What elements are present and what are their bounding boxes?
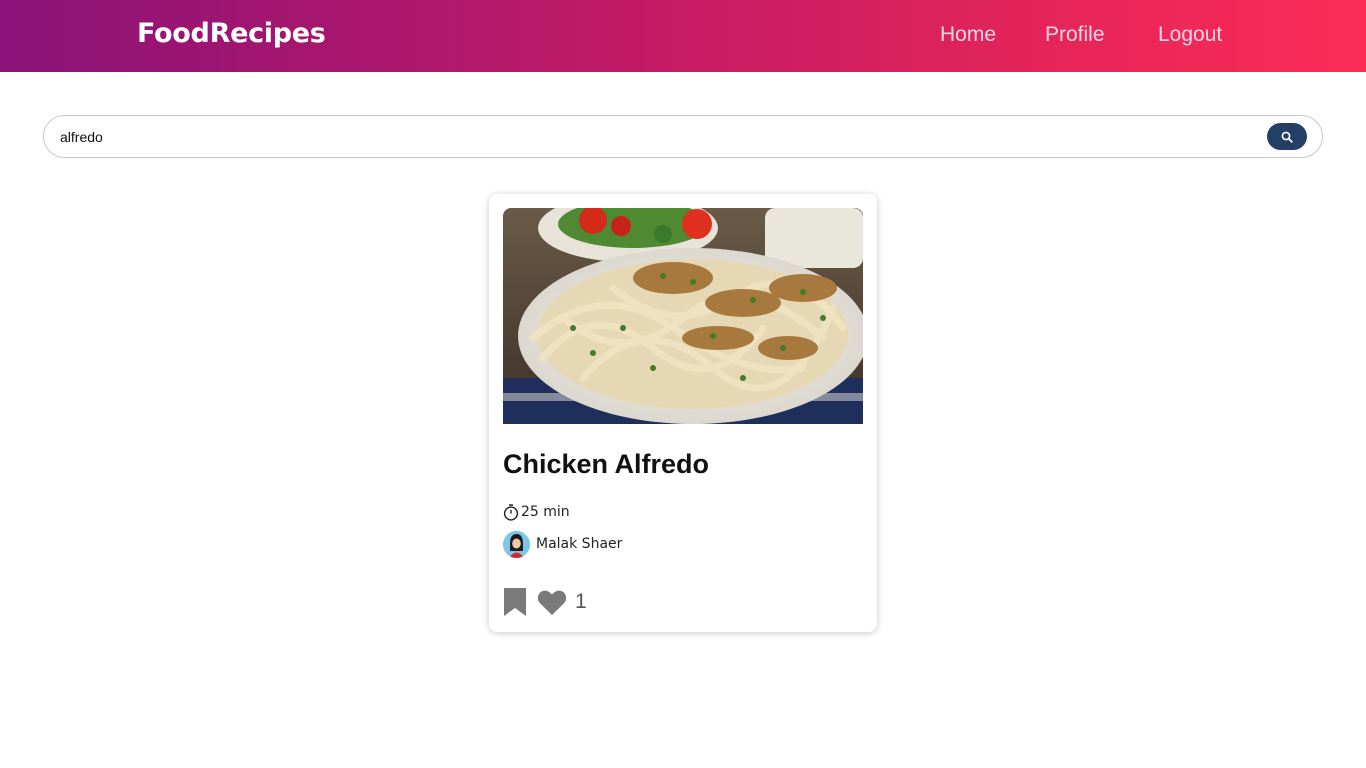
bookmark-button[interactable] — [503, 587, 527, 617]
nav-logout-link[interactable]: Logout — [1158, 23, 1222, 47]
search-icon — [1281, 131, 1293, 143]
heart-icon — [537, 590, 567, 615]
brand-logo[interactable]: FoodRecipes — [137, 18, 326, 49]
author-name[interactable]: Malak Shaer — [536, 536, 622, 552]
cook-time-text: 25 min — [521, 504, 570, 520]
avatar — [503, 530, 530, 558]
navbar: FoodRecipes Home Profile Logout — [0, 0, 1366, 72]
recipe-actions: 1 — [503, 586, 587, 618]
search-input[interactable] — [60, 126, 1240, 148]
nav-home-link[interactable]: Home — [940, 23, 996, 47]
like-button[interactable] — [537, 589, 567, 616]
like-count: 1 — [575, 590, 587, 613]
author: Malak Shaer — [503, 530, 622, 558]
recipe-card[interactable]: Chicken Alfredo 25 min Malak Shaer 1 — [489, 194, 877, 632]
stopwatch-icon — [503, 503, 519, 521]
nav-profile-link[interactable]: Profile — [1045, 23, 1105, 47]
cook-time: 25 min — [503, 502, 570, 522]
bookmark-icon — [504, 588, 526, 616]
search-button[interactable] — [1267, 123, 1307, 150]
recipe-photo — [503, 208, 863, 424]
recipe-title[interactable]: Chicken Alfredo — [503, 449, 709, 480]
recipe-image[interactable] — [503, 208, 863, 424]
search-bar — [43, 115, 1323, 158]
